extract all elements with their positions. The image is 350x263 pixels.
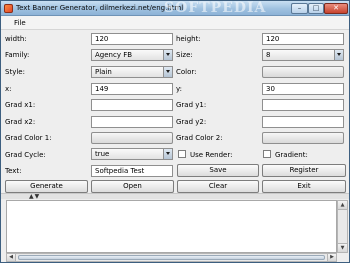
grad-color-1-button[interactable]	[91, 132, 173, 144]
color-picker-button[interactable]	[262, 66, 344, 78]
grad-x1-field[interactable]	[91, 99, 173, 111]
vertical-scrollbar[interactable]: ▲ ▼	[337, 200, 348, 253]
title-bar[interactable]: Text Banner Generator, dilmerkezi.net/en…	[1, 0, 349, 16]
chevron-down-icon	[163, 50, 172, 60]
split-pane-divider[interactable]: ▲▼	[1, 193, 349, 200]
generate-button[interactable]: Generate	[5, 180, 88, 193]
height-field[interactable]: 120	[262, 33, 344, 45]
family-select[interactable]: Agency FB	[91, 49, 173, 61]
grad-color-1-label: Grad Color 1:	[5, 134, 52, 142]
menu-file[interactable]: File	[14, 19, 26, 27]
clear-button[interactable]: Clear	[177, 180, 259, 193]
chevron-down-icon	[163, 149, 172, 159]
grad-x2-field[interactable]	[91, 116, 173, 128]
height-label: height:	[176, 35, 201, 43]
scroll-up-icon[interactable]: ▲	[338, 201, 347, 210]
scroll-down-icon[interactable]: ▼	[338, 243, 347, 252]
save-button[interactable]: Save	[177, 164, 259, 177]
family-value: Agency FB	[95, 51, 133, 59]
horizontal-scrollbar[interactable]: ◀ ▶	[6, 253, 337, 262]
watermark: SOFTPEDIA	[164, 0, 267, 16]
x-label: x:	[5, 85, 12, 93]
grad-y2-label: Grad y2:	[176, 118, 207, 126]
gradient-checkbox[interactable]	[263, 150, 271, 158]
grad-y1-label: Grad y1:	[176, 101, 207, 109]
app-window: Text Banner Generator, dilmerkezi.net/en…	[0, 0, 350, 263]
grad-cycle-value: true	[95, 150, 110, 158]
app-icon	[4, 4, 13, 13]
split-arrows-icon[interactable]: ▲▼	[29, 193, 40, 200]
open-button[interactable]: Open	[91, 180, 174, 193]
size-label: Size:	[176, 51, 193, 59]
size-select[interactable]: 8	[262, 49, 344, 61]
grad-cycle-select[interactable]: true	[91, 148, 173, 160]
output-area[interactable]	[6, 200, 337, 253]
grad-y2-field[interactable]	[262, 116, 344, 128]
text-label: Text:	[5, 167, 22, 175]
width-label: width:	[5, 35, 27, 43]
use-render-label: Use Render:	[190, 151, 233, 159]
grad-y1-field[interactable]	[262, 99, 344, 111]
y-field[interactable]: 30	[262, 83, 344, 95]
menu-bar: File	[1, 16, 349, 30]
maximize-button[interactable]: □	[308, 3, 324, 14]
grad-x1-label: Grad x1:	[5, 101, 36, 109]
horizontal-scroll-thumb[interactable]	[18, 255, 325, 260]
use-render-checkbox[interactable]	[178, 150, 186, 158]
grad-cycle-label: Grad Cycle:	[5, 151, 46, 159]
scroll-right-icon[interactable]: ▶	[327, 254, 336, 261]
grad-color-2-button[interactable]	[262, 132, 344, 144]
grad-color-2-label: Grad Color 2:	[176, 134, 223, 142]
text-field[interactable]: Softpedia Test	[91, 165, 173, 177]
size-value: 8	[266, 51, 271, 59]
y-label: y:	[176, 85, 182, 93]
family-label: Family:	[5, 51, 30, 59]
register-button[interactable]: Register	[262, 164, 346, 177]
minimize-button[interactable]: –	[291, 3, 308, 14]
scroll-left-icon[interactable]: ◀	[7, 254, 16, 261]
style-label: Style:	[5, 68, 25, 76]
chevron-down-icon	[163, 67, 172, 77]
width-field[interactable]: 120	[91, 33, 173, 45]
grad-x2-label: Grad x2:	[5, 118, 36, 126]
color-label: Color:	[176, 68, 197, 76]
style-select[interactable]: Plain	[91, 66, 173, 78]
chevron-down-icon	[334, 50, 343, 60]
window-title: Text Banner Generator, dilmerkezi.net/en…	[16, 4, 184, 12]
x-field[interactable]: 149	[91, 83, 173, 95]
style-value: Plain	[95, 68, 112, 76]
close-button[interactable]: ✕	[324, 3, 348, 14]
gradient-label: Gradient:	[275, 151, 308, 159]
exit-button[interactable]: Exit	[262, 180, 346, 193]
